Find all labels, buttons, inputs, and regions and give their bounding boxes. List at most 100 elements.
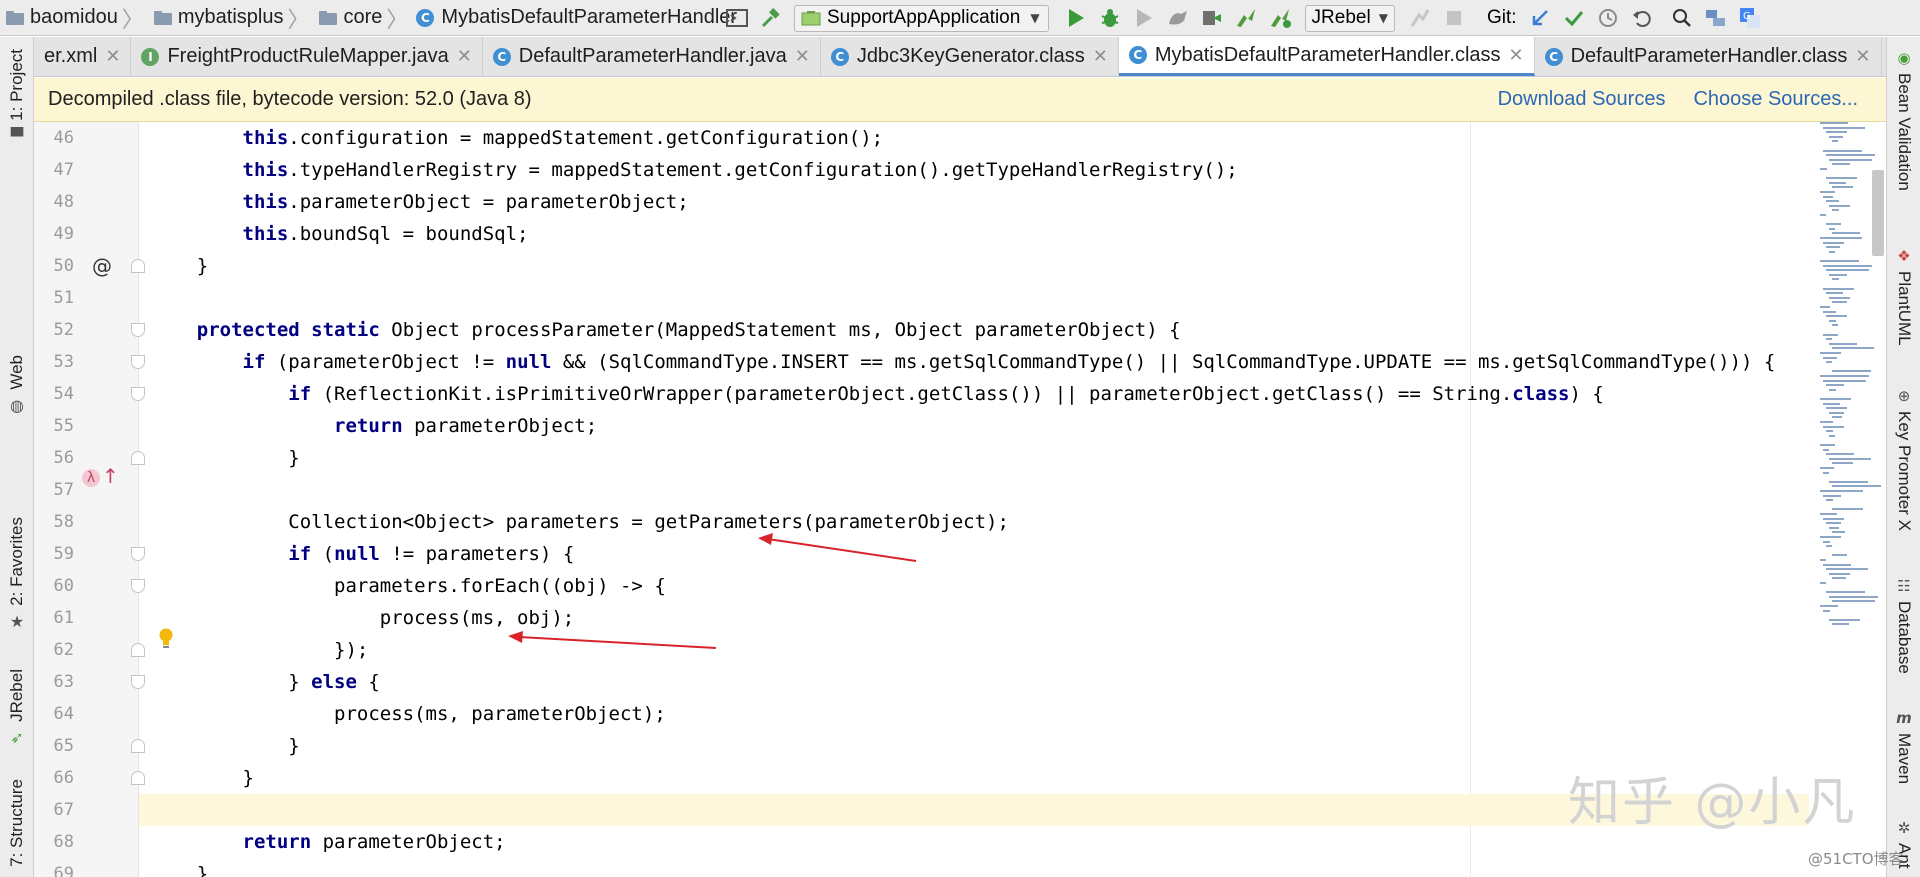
line-number[interactable]: 56 xyxy=(34,442,74,474)
tool-window-maven[interactable]: m Maven xyxy=(1887,709,1920,784)
tool-window-database[interactable]: ☷ Database xyxy=(1887,577,1920,674)
line-number[interactable]: 60 xyxy=(34,570,74,602)
line-number[interactable]: 61 xyxy=(34,602,74,634)
history-icon[interactable] xyxy=(1595,5,1621,31)
line-number[interactable]: 69 xyxy=(34,858,74,877)
fold-marker-icon[interactable] xyxy=(131,643,145,657)
code-text[interactable]: return parameterObject; xyxy=(151,410,597,442)
tool-window-bean-validation[interactable]: ◉ Bean Validation xyxy=(1887,49,1920,191)
fold-marker-icon[interactable] xyxy=(131,547,145,561)
tool-window-jrebel[interactable]: JRebel ➶ xyxy=(0,669,34,747)
search-icon[interactable] xyxy=(1669,5,1695,31)
code-text[interactable]: parameters.forEach((obj) -> { xyxy=(151,570,666,602)
code-line[interactable]: 54 if (ReflectionKit.isPrimitiveOrWrappe… xyxy=(34,378,1814,410)
fold-marker-icon[interactable] xyxy=(131,355,145,369)
fold-marker-icon[interactable] xyxy=(131,323,145,337)
line-number[interactable]: 59 xyxy=(34,538,74,570)
attach-debugger-icon[interactable] xyxy=(1199,5,1225,31)
jrebel-select[interactable]: JRebel ▼ xyxy=(1304,4,1395,32)
profile-icon[interactable] xyxy=(1165,5,1191,31)
code-line[interactable]: 56 } xyxy=(34,442,1814,474)
code-text[interactable]: if (null != parameters) { xyxy=(151,538,574,570)
fold-marker-icon[interactable] xyxy=(131,771,145,785)
debug-icon[interactable] xyxy=(1097,5,1123,31)
line-number[interactable]: 63 xyxy=(34,666,74,698)
code-line[interactable]: 46 this.configuration = mappedStatement.… xyxy=(34,122,1814,154)
close-icon[interactable]: ✕ xyxy=(1509,45,1524,66)
code-line[interactable]: 61 process(ms, obj); xyxy=(34,602,1814,634)
breadcrumb-item-baomidou[interactable]: baomidou 〉 xyxy=(0,2,148,34)
code-line[interactable]: 58 Collection<Object> parameters = getPa… xyxy=(34,506,1814,538)
stop-icon[interactable] xyxy=(1441,5,1467,31)
line-number[interactable]: 54 xyxy=(34,378,74,410)
close-icon[interactable]: ✕ xyxy=(1093,46,1108,67)
close-icon[interactable]: ✕ xyxy=(1855,46,1870,67)
code-text[interactable]: } xyxy=(151,858,208,877)
download-sources-link[interactable]: Download Sources xyxy=(1498,88,1666,111)
breadcrumb-item-class[interactable]: C MybatisDefaultParameterHandler xyxy=(412,6,737,29)
code-text[interactable]: if (parameterObject != null && (SqlComma… xyxy=(151,346,1776,378)
fold-marker-icon[interactable] xyxy=(131,259,145,273)
line-number[interactable]: 68 xyxy=(34,826,74,858)
code-minimap[interactable] xyxy=(1814,122,1881,662)
tab-mybatis-default-parameter-handler[interactable]: C MybatisDefaultParameterHandler.class ✕ xyxy=(1118,37,1535,76)
code-line[interactable]: 50 } xyxy=(34,250,1814,282)
line-number[interactable]: 47 xyxy=(34,154,74,186)
choose-sources-link[interactable]: Choose Sources... xyxy=(1693,88,1858,111)
code-line[interactable]: 53 if (parameterObject != null && (SqlCo… xyxy=(34,346,1814,378)
line-number[interactable]: 51 xyxy=(34,282,74,314)
code-line[interactable]: 68 return parameterObject; xyxy=(34,826,1814,858)
code-text[interactable]: process(ms, obj); xyxy=(151,602,574,634)
close-icon[interactable]: ✕ xyxy=(457,46,472,67)
code-line[interactable]: 51 xyxy=(34,282,1814,314)
code-line[interactable]: 52 protected static Object processParame… xyxy=(34,314,1814,346)
project-structure-icon[interactable] xyxy=(1703,5,1729,31)
code-line[interactable]: 63 } else { xyxy=(34,666,1814,698)
git-update-icon[interactable] xyxy=(1527,5,1553,31)
line-number[interactable]: 53 xyxy=(34,346,74,378)
code-text[interactable]: if (ReflectionKit.isPrimitiveOrWrapper(p… xyxy=(151,378,1604,410)
code-text[interactable]: Collection<Object> parameters = getParam… xyxy=(151,506,1009,538)
line-number[interactable]: 58 xyxy=(34,506,74,538)
run-configuration-select[interactable]: SupportAppApplication ▼ xyxy=(794,4,1049,32)
line-number[interactable]: 65 xyxy=(34,730,74,762)
code-text[interactable]: }); xyxy=(151,634,368,666)
tool-window-project[interactable]: 1: Project ▀ xyxy=(0,49,34,146)
fold-marker-icon[interactable] xyxy=(131,387,145,401)
tool-window-web[interactable]: Web ◍ xyxy=(0,355,34,415)
code-line[interactable]: 69 } xyxy=(34,858,1814,877)
tab-jdbc3-key-generator[interactable]: C Jdbc3KeyGenerator.class ✕ xyxy=(821,37,1119,76)
close-icon[interactable]: ✕ xyxy=(795,46,810,67)
code-line[interactable]: 47 this.typeHandlerRegistry = mappedStat… xyxy=(34,154,1814,186)
build-hammer-icon[interactable] xyxy=(758,5,784,31)
line-number[interactable]: 57 xyxy=(34,474,74,506)
line-number[interactable]: 62 xyxy=(34,634,74,666)
vertical-scrollbar[interactable] xyxy=(1872,170,1884,256)
code-line[interactable]: 64 process(ms, parameterObject); xyxy=(34,698,1814,730)
code-line[interactable]: 67 xyxy=(34,794,1814,826)
jrebel-update-icon[interactable] xyxy=(1407,5,1433,31)
close-icon[interactable]: ✕ xyxy=(105,46,120,67)
code-text[interactable]: this.boundSql = boundSql; xyxy=(151,218,529,250)
code-line[interactable]: 57 xyxy=(34,474,1814,506)
code-line[interactable]: 66 } xyxy=(34,762,1814,794)
run-icon[interactable] xyxy=(1063,5,1089,31)
lambda-arrow-icon[interactable]: ↑ xyxy=(102,464,119,488)
code-line[interactable]: 49 this.boundSql = boundSql; xyxy=(34,218,1814,250)
breadcrumb-item-mybatisplus[interactable]: mybatisplus 〉 xyxy=(148,2,314,34)
jrebel-run-icon[interactable] xyxy=(1233,5,1259,31)
git-commit-icon[interactable] xyxy=(1561,5,1587,31)
jrebel-debug-icon[interactable] xyxy=(1267,5,1293,31)
fold-marker-icon[interactable] xyxy=(131,739,145,753)
code-text[interactable]: protected static Object processParameter… xyxy=(151,314,1181,346)
rollback-icon[interactable] xyxy=(1629,5,1655,31)
line-number[interactable]: 49 xyxy=(34,218,74,250)
code-text[interactable]: } xyxy=(151,442,299,474)
translate-icon[interactable]: G xyxy=(1737,5,1763,31)
override-marker-icon[interactable]: @ xyxy=(92,254,112,278)
fold-marker-icon[interactable] xyxy=(131,675,145,689)
code-text[interactable]: this.typeHandlerRegistry = mappedStateme… xyxy=(151,154,1238,186)
tool-window-key-promoter-x[interactable]: ⊕ Key Promoter X xyxy=(1887,387,1920,531)
code-text[interactable]: } else { xyxy=(151,666,380,698)
line-number[interactable]: 50 xyxy=(34,250,74,282)
